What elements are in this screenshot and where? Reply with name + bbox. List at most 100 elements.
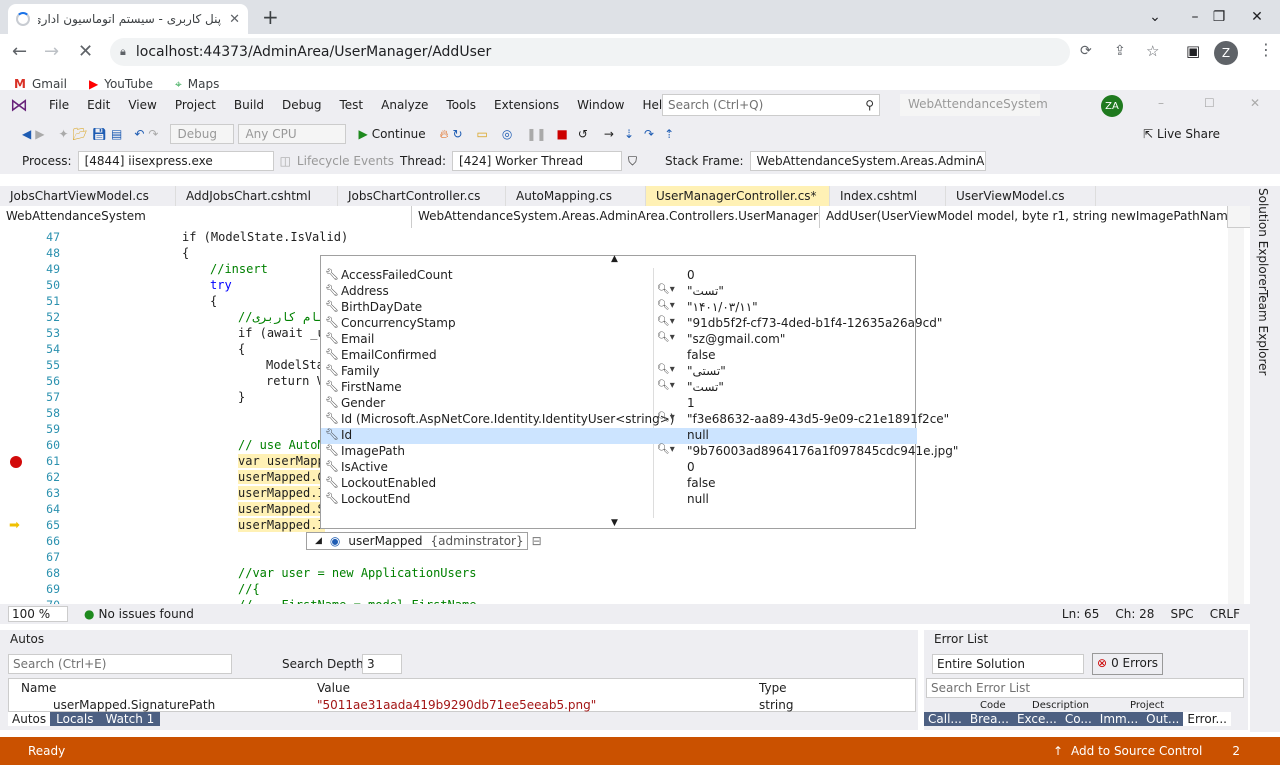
tab-autos[interactable]: Autos [8,712,51,726]
filter-icon[interactable]: ⛉ [628,154,637,169]
forward-icon[interactable]: → [44,41,59,62]
datatip-row[interactable]: 🔧︎ ConcurrencyStamp 🔍︎▾ "91db5f2f-cf73-4ded… [321,316,942,332]
menu-view[interactable]: View [119,98,165,112]
datatip-row[interactable]: 🔧︎ ImagePath 🔍︎▾ "9b76003ad8964176a1f097845… [321,444,958,460]
tab-exceptions[interactable]: Exce... [1012,712,1061,726]
continue-icon[interactable]: ▶ [358,127,367,141]
datatip-row[interactable]: 🔧︎ Gender 1 [321,396,917,412]
datatip-property-value[interactable]: 0 [687,460,695,474]
lifecycle-events[interactable]: Lifecycle Events [297,154,394,168]
autos-search-input[interactable]: Search (Ctrl+E) [8,654,232,674]
menu-analyze[interactable]: Analyze [372,98,437,112]
bookmark-maps[interactable]: ⌖ Maps [175,72,219,91]
code-line[interactable]: if (ModelState.IsValid) [182,230,348,244]
add-source-control-button[interactable]: Add to Source Control [1071,744,1202,758]
datatip-property-value[interactable]: false [687,348,716,362]
tab-command[interactable]: Co... [1060,712,1096,726]
visualizer-magnifier-icon[interactable]: 🔍︎▾ [657,444,675,455]
team-explorer-tab[interactable]: Team Explorer [1256,290,1270,376]
datatip-popup[interactable]: ▲ ▼ 🔧︎ AccessFailedCount 0 🔧︎ Address 🔍︎▾ "تست… [320,254,958,529]
pause-icon[interactable]: ❚❚ [526,127,546,141]
datatip-row[interactable]: 🔧︎ EmailConfirmed false [321,348,917,364]
close-tab-icon[interactable]: ✕ [229,12,240,27]
tab-immediate[interactable]: Imm... [1095,712,1143,726]
config-select[interactable]: Debug [170,124,235,144]
redo-icon[interactable]: ↷ [148,127,158,141]
folder-icon[interactable]: ▭ [477,127,488,141]
code-line[interactable]: try [210,278,232,292]
datatip-property-value[interactable]: "تست" [687,380,724,394]
datatip-property-value[interactable]: null [687,428,709,442]
tab-index[interactable]: Index.cshtml [830,186,946,206]
class-nav-select[interactable]: WebAttendanceSystem.Areas.AdminArea.Cont… [412,206,820,228]
pin-icon[interactable]: ⊟ [532,534,542,548]
sidepanel-icon[interactable]: ▣ [1186,42,1200,60]
tab-call-stack[interactable]: Call... [924,712,966,726]
code-line[interactable]: // use AutoM [238,438,325,452]
code-line[interactable]: userMapped.I [238,518,325,532]
solution-explorer-tab[interactable]: Solution Explorer [1256,188,1270,291]
datatip-row[interactable]: 🔧︎ Address 🔍︎▾ "تست" [321,284,917,300]
menu-tools[interactable]: Tools [437,98,485,112]
stop-icon[interactable]: ■ [556,127,567,141]
code-line[interactable]: { [238,342,245,356]
datatip-row[interactable]: 🔧︎ LockoutEnabled false [321,476,917,492]
back-icon[interactable]: ← [12,41,27,62]
tab-automapping[interactable]: AutoMapping.cs [506,186,646,206]
code-line[interactable]: //var user = new ApplicationUsers [238,566,476,580]
vs-minimize-button[interactable]: – [1158,96,1164,110]
menu-build[interactable]: Build [225,98,273,112]
datatip-row[interactable]: 🔧︎ Id (Microsoft.AspNetCore.Identity.Iden… [321,412,949,428]
visualizer-magnifier-icon[interactable]: 🔍︎▾ [657,332,675,343]
menu-edit[interactable]: Edit [78,98,119,112]
datatip-property-value[interactable]: "f3e68632-aa89-43d5-9e09-c21e1891f2ce" [687,412,949,426]
datatip-property-value[interactable]: "تست" [687,284,724,298]
live-share-icon[interactable]: ⇱ [1143,127,1153,141]
tab-watch[interactable]: Watch 1 [99,712,161,726]
visualizer-magnifier-icon[interactable]: 🔍︎▾ [657,380,675,391]
menu-project[interactable]: Project [166,98,225,112]
code-line[interactable]: } [238,390,245,404]
save-all-icon[interactable]: ▤ [111,127,122,141]
translate-icon[interactable]: ⟳ [1080,43,1092,59]
navigate-back-icon[interactable]: ◀ [22,127,31,141]
menu-extensions[interactable]: Extensions [485,98,568,112]
vs-maximize-button[interactable]: ☐ [1204,96,1215,110]
code-line[interactable]: userMapped.S [238,502,325,516]
browse-icon[interactable]: ◎ [502,127,512,141]
url-text[interactable]: localhost:44373/AdminArea/UserManager/Ad… [136,44,491,60]
live-share-button[interactable]: Live Share [1157,127,1220,141]
continue-button[interactable]: Continue [372,127,426,141]
thread-select[interactable]: [424] Worker Thread [452,151,623,171]
datatip-property-value[interactable]: "تستی" [687,364,726,378]
visualizer-magnifier-icon[interactable]: 🔍︎▾ [657,284,675,295]
navigate-forward-icon[interactable]: ▶ [35,127,44,141]
vs-close-button[interactable]: ✕ [1250,96,1260,110]
code-line[interactable]: //{ [238,582,260,596]
platform-select[interactable]: Any CPU [238,124,347,144]
datatip-row[interactable]: 🔧︎ FirstName 🔍︎▾ "تست" [321,380,917,396]
visualizer-magnifier-icon[interactable]: 🔍︎▾ [657,412,675,423]
menu-kebab-icon[interactable]: ⋮ [1258,40,1274,59]
menu-test[interactable]: Test [330,98,372,112]
visualizer-magnifier-icon[interactable]: 🔍︎▾ [657,364,675,375]
tab-error-list[interactable]: Error... [1183,712,1231,726]
open-file-icon[interactable]: 📂︎ [73,127,88,141]
zoom-select[interactable]: 100 % [8,606,68,622]
code-line[interactable]: return V [266,374,324,388]
bookmark-youtube[interactable]: ▶ YouTube [89,72,153,90]
datatip-property-value[interactable]: "sz@gmail.com" [687,332,785,346]
browser-tab[interactable]: پنل کاربری - سیستم اتوماسیون اداری ✕ [8,4,248,34]
code-line[interactable]: { [210,294,217,308]
code-line[interactable]: ModelSta [266,358,324,372]
close-window-button[interactable]: ✕ [1234,0,1280,34]
tab-jobscharviewmodel[interactable]: JobsChartViewModel.cs [0,186,176,206]
project-nav-select[interactable]: WebAttendanceSystem [0,206,412,228]
restart-icon[interactable]: ↻ [452,127,462,141]
bookmark-gmail[interactable]: M Gmail [14,72,67,90]
new-tab-button[interactable]: + [262,5,279,29]
scroll-up-icon[interactable]: ▲ [611,254,618,264]
datatip-row[interactable]: 🔧︎ AccessFailedCount 0 [321,268,917,284]
lifecycle-icon[interactable]: ◫ [280,154,291,168]
save-icon[interactable]: 💾︎ [92,127,107,141]
